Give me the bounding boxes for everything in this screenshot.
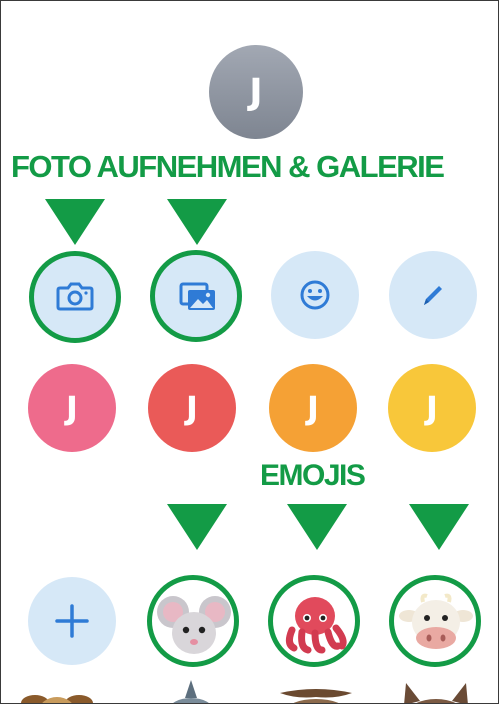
arrow-down-icon <box>167 199 227 245</box>
add-memoji-button[interactable] <box>28 577 116 665</box>
profile-initial: J <box>249 71 263 113</box>
caption-photo-gallery: FOTO AUFNEHMEN & GALERIE <box>11 149 445 184</box>
arrow-down-icon <box>409 504 469 550</box>
pencil-button[interactable] <box>389 251 477 339</box>
emoji-icon <box>300 280 330 310</box>
highlight-ring <box>29 251 121 343</box>
caption-emojis: EMOJIS <box>260 459 366 492</box>
cat-memoji-icon <box>404 683 468 703</box>
avatar-initial: J <box>186 389 198 427</box>
memoji-partial[interactable] <box>276 685 356 703</box>
avatar-initial: J <box>307 389 319 427</box>
add-icon <box>55 604 89 638</box>
highlight-ring <box>268 575 360 667</box>
avatar-picker: J FOTO AUFNEHMEN & GALERIE J J J J EMOJI… <box>0 0 499 704</box>
pencil-icon <box>424 286 442 305</box>
highlight-ring <box>147 575 239 667</box>
avatar-option-red[interactable]: J <box>148 364 236 452</box>
arrow-down-icon <box>45 199 105 245</box>
avatar-option-pink[interactable]: J <box>28 364 116 452</box>
arrow-down-icon <box>287 504 347 550</box>
emoji-button[interactable] <box>271 251 359 339</box>
dog-memoji-icon <box>21 695 93 703</box>
highlight-ring <box>389 575 481 667</box>
avatar-initial: J <box>66 389 78 427</box>
memoji-partial[interactable] <box>161 676 221 703</box>
arrow-down-icon <box>167 504 227 550</box>
owl-memoji-icon <box>280 689 352 703</box>
shark-memoji-icon <box>173 680 209 703</box>
avatar-option-orange[interactable]: J <box>269 364 357 452</box>
avatar-option-yellow[interactable]: J <box>388 364 476 452</box>
highlight-ring <box>150 250 242 342</box>
memoji-partial[interactable] <box>21 681 93 703</box>
avatar-initial: J <box>426 389 438 427</box>
profile-avatar: J <box>209 45 303 139</box>
memoji-partial[interactable] <box>396 681 476 703</box>
